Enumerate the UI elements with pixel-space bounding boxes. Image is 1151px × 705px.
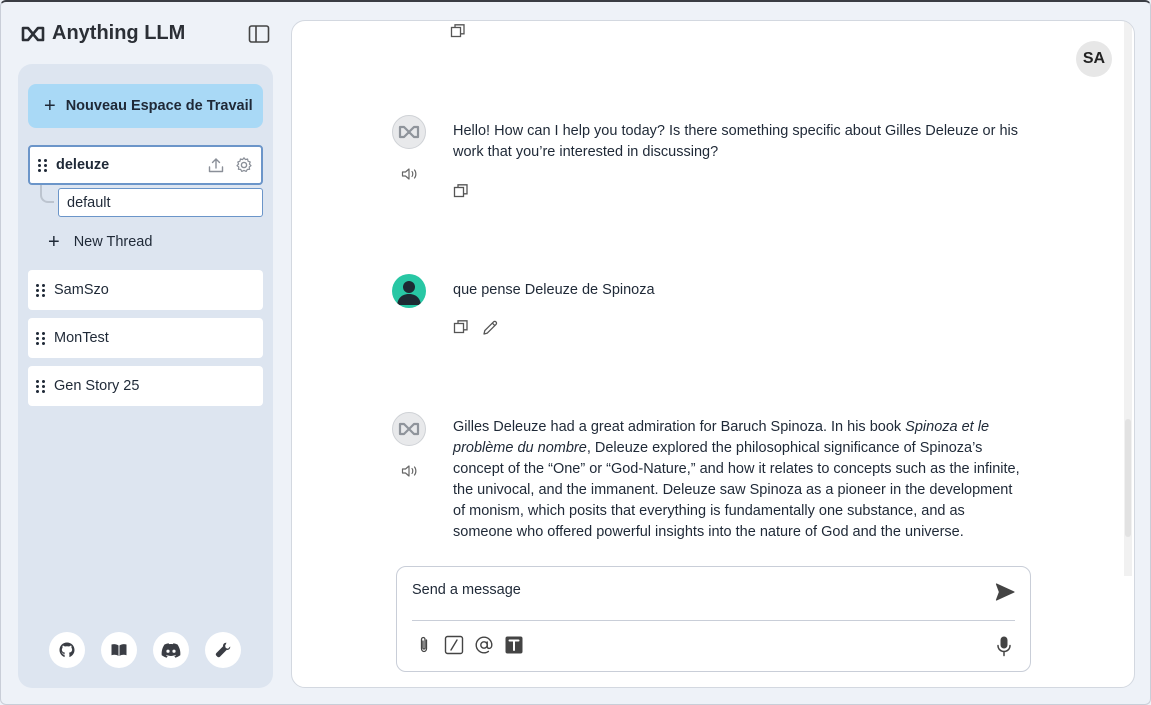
sidebar-toggle-button[interactable] <box>248 24 270 44</box>
logo-icon <box>398 422 420 436</box>
copy-icon <box>453 184 468 198</box>
attach-button[interactable] <box>414 635 434 660</box>
thread-name: default <box>67 194 111 211</box>
workspace-item-samszo[interactable]: SamSzo <box>28 270 263 310</box>
user-message: que pense Deleuze de Spinoza <box>392 274 1032 344</box>
workspace-name: Gen Story 25 <box>54 378 140 394</box>
send-button[interactable] <box>994 581 1016 608</box>
docs-button[interactable] <box>101 632 137 668</box>
sidebar-toggle-icon <box>248 25 270 43</box>
thread-connector <box>40 185 54 203</box>
github-icon <box>59 642 75 658</box>
message-input[interactable] <box>412 577 982 603</box>
app-logo: Anything LLM <box>20 22 185 45</box>
settings-button[interactable] <box>205 632 241 668</box>
microphone-button[interactable] <box>996 635 1012 662</box>
gear-icon[interactable] <box>235 156 253 174</box>
composer-tools <box>414 635 524 660</box>
new-workspace-button[interactable]: + Nouveau Espace de Travail <box>28 84 263 128</box>
logo-icon <box>398 125 420 139</box>
plus-icon: + <box>48 231 60 253</box>
assistant-avatar <box>392 115 426 149</box>
new-workspace-label: Nouveau Espace de Travail <box>65 98 253 114</box>
workspace-item-deleuze[interactable]: deleuze <box>28 145 263 185</box>
discord-button[interactable] <box>153 632 189 668</box>
workspace-item-montest[interactable]: MonTest <box>28 318 263 358</box>
pencil-icon <box>483 320 498 335</box>
thread-item-default[interactable]: default <box>58 188 263 217</box>
drag-handle-icon[interactable] <box>36 379 46 393</box>
app-title: Anything LLM <box>52 22 186 44</box>
message-composer <box>396 566 1031 672</box>
workspace-name: SamSzo <box>54 282 109 298</box>
logo-icon <box>21 26 45 41</box>
sidebar-footer <box>49 632 241 668</box>
new-thread-button[interactable]: + New Thread <box>48 232 152 252</box>
text-size-icon <box>505 636 523 654</box>
copy-button[interactable] <box>453 183 469 204</box>
assistant-avatar <box>392 412 426 446</box>
user-avatar[interactable]: SA <box>1076 41 1112 77</box>
edit-button[interactable] <box>481 319 499 342</box>
chat-panel: SA Hello! How can I help you today? Is t… <box>291 20 1135 688</box>
message-text: Gilles Deleuze had a great admiration fo… <box>453 419 1020 540</box>
book-icon <box>111 644 127 656</box>
text-size-button[interactable] <box>504 635 524 660</box>
copy-button[interactable] <box>450 23 466 44</box>
speaker-icon[interactable] <box>401 167 419 186</box>
microphone-icon <box>997 636 1011 657</box>
composer-divider <box>412 620 1015 621</box>
drag-handle-icon[interactable] <box>36 331 46 345</box>
wrench-icon <box>215 642 231 658</box>
speaker-icon[interactable] <box>401 464 419 483</box>
paperclip-icon <box>420 636 428 653</box>
assistant-message: Hello! How can I help you today? Is ther… <box>392 115 1032 205</box>
send-icon <box>995 583 1015 601</box>
person-icon <box>397 281 421 305</box>
at-mention-button[interactable] <box>474 635 494 660</box>
message-text: que pense Deleuze de Spinoza <box>453 282 655 298</box>
sidebar: + Nouveau Espace de Travail deleuze defa… <box>18 64 273 688</box>
at-mention-icon <box>475 636 493 654</box>
slash-command-icon <box>444 635 464 655</box>
new-thread-label: New Thread <box>73 234 153 250</box>
drag-handle-icon[interactable] <box>36 283 46 297</box>
copy-icon <box>450 24 465 38</box>
workspace-name: MonTest <box>54 330 109 346</box>
github-button[interactable] <box>49 632 85 668</box>
workspace-name: deleuze <box>56 157 110 173</box>
app-window: Anything LLM + Nouveau Espace de Travail… <box>0 0 1151 705</box>
upload-icon[interactable] <box>207 156 225 174</box>
copy-button[interactable] <box>453 319 469 342</box>
workspace-item-gen-story-25[interactable]: Gen Story 25 <box>28 366 263 406</box>
user-message-avatar <box>392 274 426 308</box>
copy-icon <box>453 320 468 334</box>
plus-icon: + <box>44 95 56 117</box>
drag-handle-icon[interactable] <box>38 158 48 172</box>
slash-command-button[interactable] <box>444 635 464 660</box>
assistant-message: Gilles Deleuze had a great admiration fo… <box>392 412 1032 572</box>
message-text: Hello! How can I help you today? Is ther… <box>453 123 1018 160</box>
scrollbar-thumb[interactable] <box>1125 419 1131 537</box>
discord-icon <box>161 643 181 658</box>
